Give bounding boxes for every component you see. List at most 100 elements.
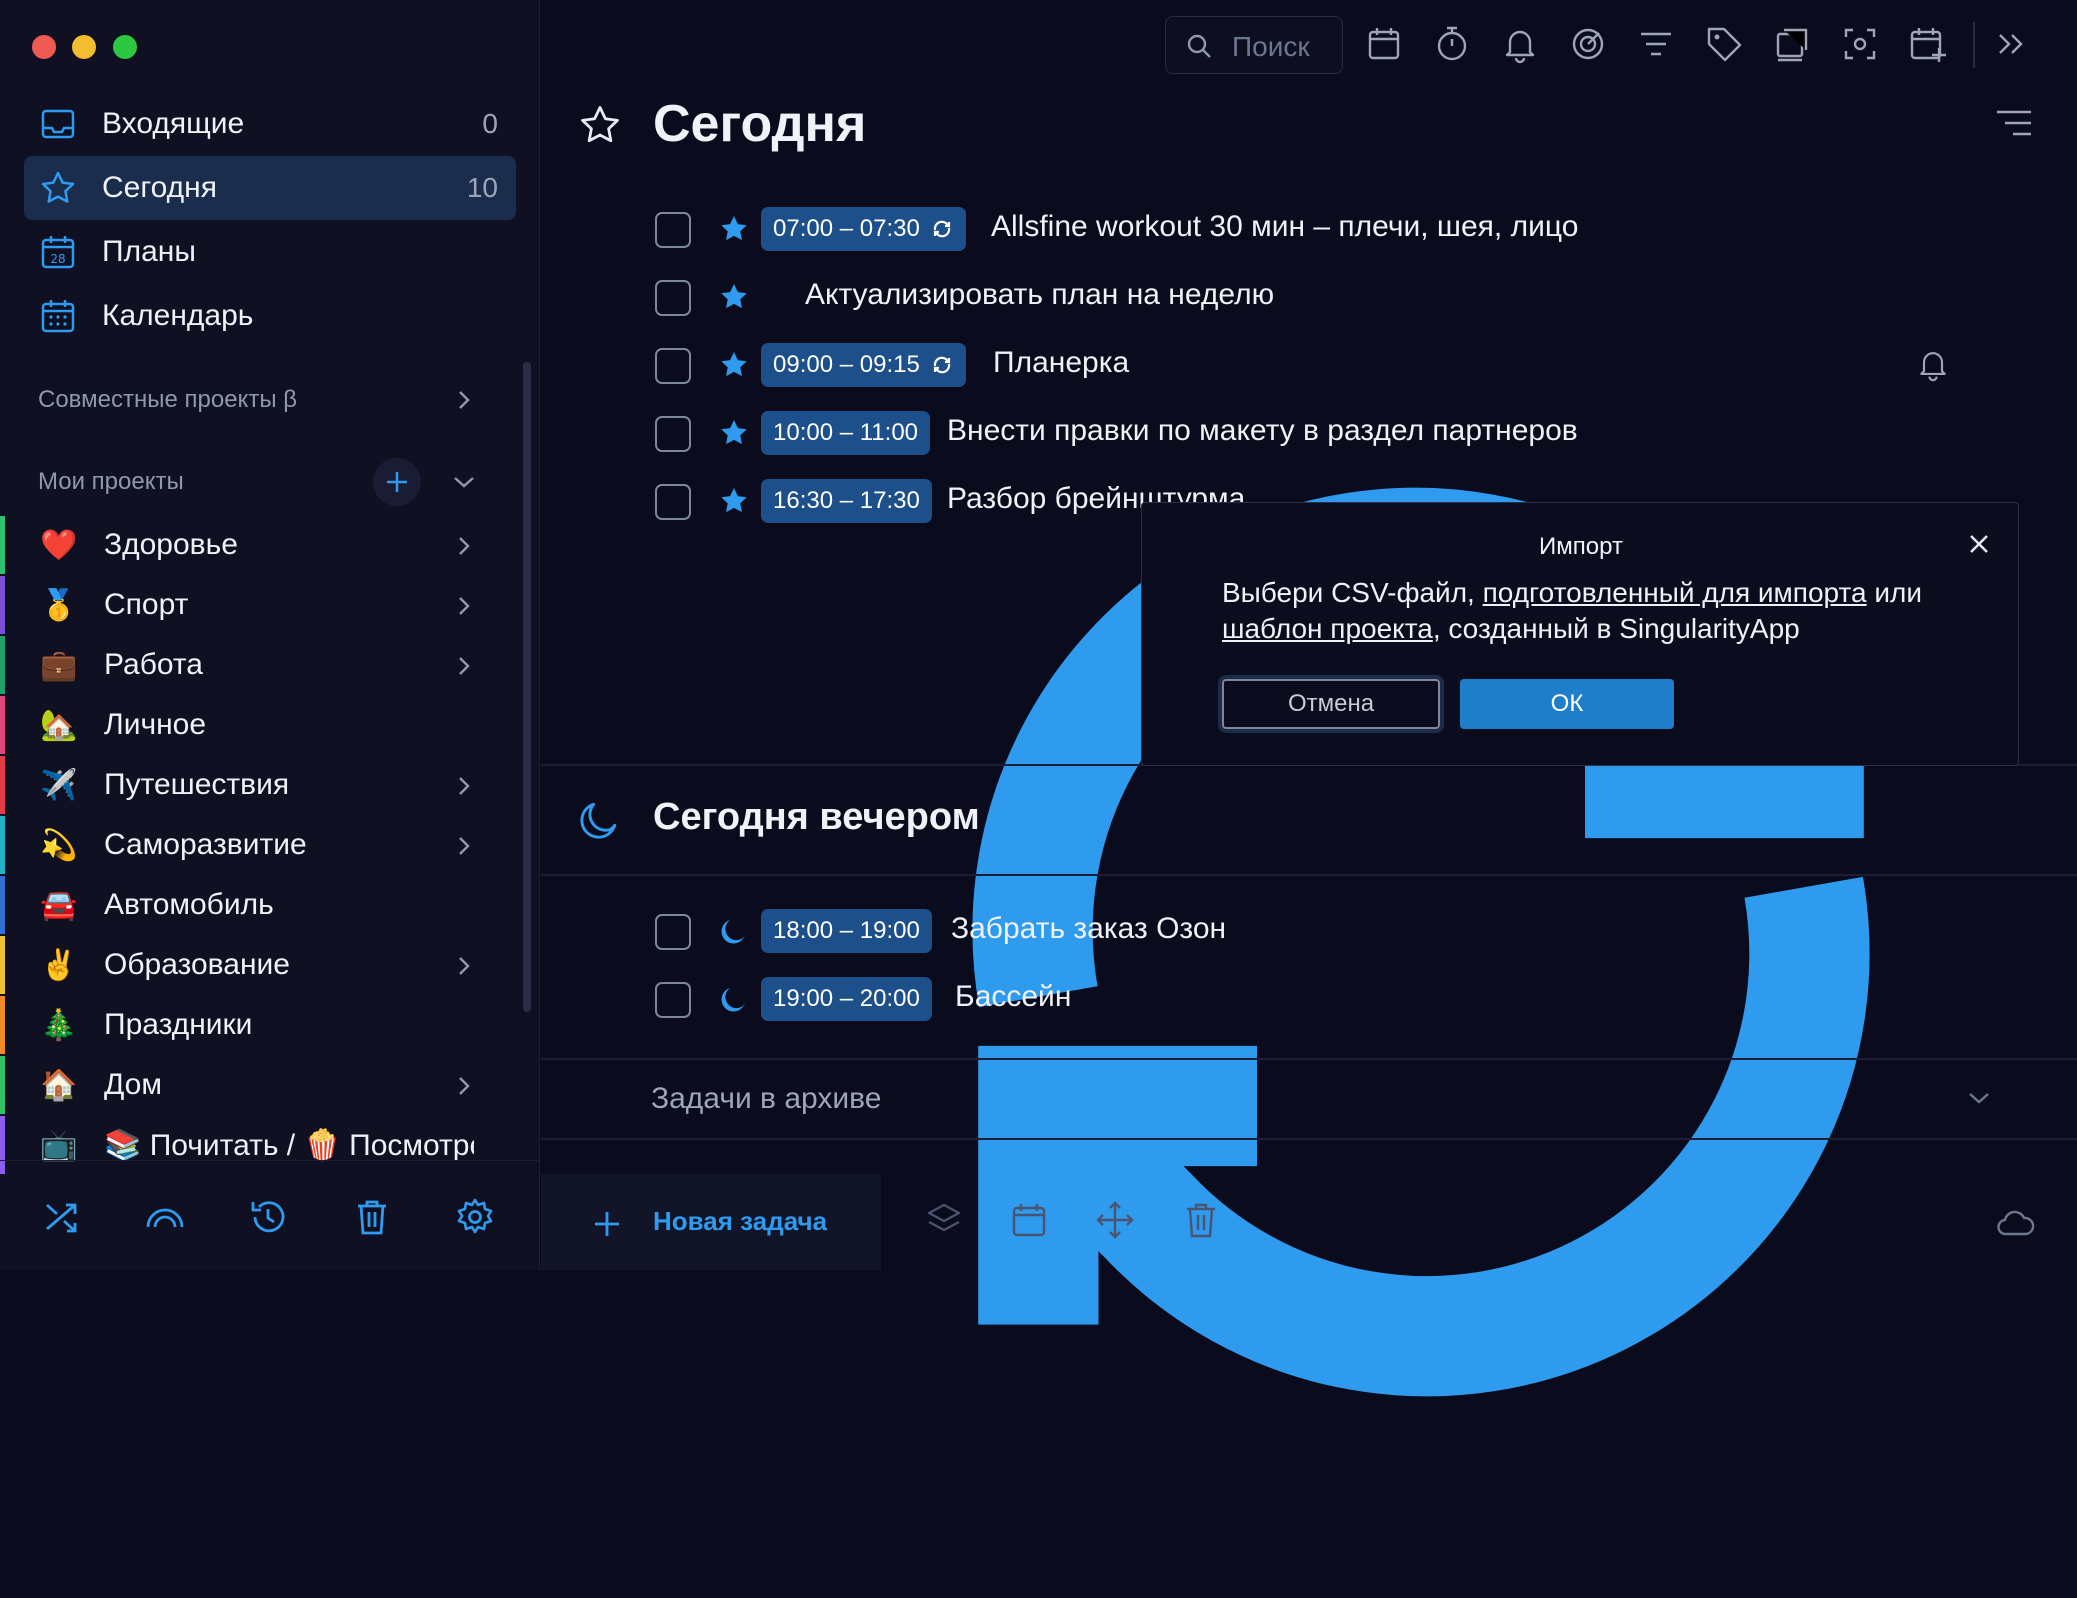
project-color-bar — [0, 996, 5, 1054]
project-item[interactable]: ❤️ Здоровье — [0, 516, 500, 574]
task-row[interactable]: 07:00 – 07:30 Allsfine workout 30 мин – п… — [541, 200, 2077, 260]
sidebar-scrollbar[interactable] — [523, 362, 531, 1012]
bell-icon[interactable] — [1915, 346, 1951, 382]
project-color-bar — [0, 876, 5, 934]
task-row[interactable]: Актуализировать план на неделю — [541, 268, 2077, 1397]
time-chip[interactable]: 19:00 – 20:00 — [761, 977, 932, 1021]
project-color-bar — [0, 516, 5, 574]
chevron-right-icon[interactable] — [452, 592, 476, 620]
project-item[interactable]: ✈️ Путешествия — [0, 756, 500, 814]
card-icon[interactable] — [1772, 24, 1812, 64]
cancel-button[interactable]: Отмена — [1222, 679, 1440, 729]
double-chevron-right-icon[interactable] — [1991, 24, 2031, 64]
star-flag-icon — [721, 284, 747, 309]
time-chip[interactable]: 18:00 – 19:00 — [761, 909, 932, 953]
cloud-icon[interactable] — [1995, 1204, 2035, 1244]
task-checkbox[interactable] — [655, 212, 691, 248]
task-row[interactable]: 18:00 – 19:00 Забрать заказ Озон — [541, 902, 2077, 962]
task-row[interactable]: 09:00 – 09:15 Планерка — [541, 336, 2077, 396]
time-range: 19:00 – 20:00 — [773, 985, 920, 1012]
chevron-right-icon[interactable] — [452, 832, 476, 860]
chevron-down-icon — [1969, 1093, 1989, 1104]
bell-icon[interactable] — [1500, 24, 1540, 64]
dialog-text: Выбери CSV-файл, — [1222, 577, 1483, 608]
chevron-right-icon[interactable] — [452, 386, 476, 414]
layers-icon[interactable] — [924, 1200, 964, 1240]
task-checkbox[interactable] — [655, 484, 691, 520]
nav-today[interactable]: Сегодня 10 — [24, 156, 516, 220]
project-emoji-icon: 🎄 — [40, 1008, 78, 1043]
archive-label: Задачи в архиве — [651, 1082, 882, 1115]
chevron-right-icon[interactable] — [452, 1072, 476, 1100]
archive-row[interactable]: Задачи в архиве — [541, 1060, 2077, 1138]
nav-plans[interactable]: 28 Планы — [24, 220, 516, 284]
time-chip[interactable]: 07:00 – 07:30 — [761, 207, 966, 251]
task-row[interactable]: 10:00 – 11:00 Внести правки по макету в р… — [541, 404, 2077, 464]
stopwatch-icon[interactable] — [1432, 24, 1472, 64]
project-label: Праздники — [104, 1008, 253, 1041]
project-item[interactable]: ✌️ Образование — [0, 936, 500, 994]
project-item[interactable]: 💼 Работа — [0, 636, 500, 694]
tag-icon[interactable] — [1704, 24, 1744, 64]
history-icon[interactable] — [248, 1197, 288, 1237]
chevron-right-icon[interactable] — [452, 952, 476, 980]
trash-icon[interactable] — [1181, 1200, 1221, 1240]
move-icon[interactable] — [1095, 1200, 1135, 1240]
csv-guide-link[interactable]: подготовленный для импорта — [1483, 577, 1867, 608]
page-title: Сегодня — [653, 95, 867, 153]
task-row[interactable]: 19:00 – 20:00 Бассейн — [541, 970, 2077, 1030]
project-color-bar — [0, 756, 5, 814]
inbox-icon — [41, 109, 75, 139]
task-checkbox[interactable] — [655, 982, 691, 1018]
nav-count: 0 — [482, 108, 498, 139]
nav-inbox[interactable]: Входящие 0 — [24, 92, 516, 156]
project-item[interactable]: 🏠 Дом — [0, 1056, 500, 1114]
add-project-button[interactable] — [373, 458, 421, 506]
chevron-right-icon[interactable] — [452, 532, 476, 560]
time-chip[interactable]: 10:00 – 11:00 — [761, 411, 931, 455]
window-zoom-button[interactable] — [113, 35, 137, 59]
chevron-right-icon[interactable] — [452, 772, 476, 800]
shared-projects-header[interactable]: Совместные проекты β — [38, 386, 297, 414]
new-task-button[interactable]: Новая задача — [541, 1174, 881, 1270]
time-chip[interactable]: 09:00 – 09:15 — [761, 343, 966, 387]
time-range: 09:00 – 09:15 — [773, 351, 920, 378]
sidebar-bottom-bar — [0, 1160, 540, 1270]
close-icon[interactable] — [1968, 533, 1990, 555]
project-color-bar — [0, 936, 5, 994]
project-template-link[interactable]: шаблон проекта — [1222, 613, 1433, 644]
time-range: 07:00 – 07:30 — [773, 215, 920, 242]
search-input[interactable]: Поиск — [1165, 16, 1343, 74]
nav-calendar[interactable]: Календарь — [24, 284, 516, 348]
task-checkbox[interactable] — [655, 280, 691, 316]
time-chip[interactable]: 16:30 – 17:30 — [761, 479, 932, 523]
calendar-icon[interactable] — [1364, 24, 1404, 64]
window-minimize-button[interactable] — [72, 35, 96, 59]
rainbow-icon[interactable] — [145, 1197, 185, 1237]
repeat-icon — [933, 356, 950, 374]
focus-icon[interactable] — [1840, 24, 1880, 64]
chevron-down-icon[interactable] — [450, 470, 478, 494]
project-item[interactable]: 🏡 Личное — [0, 696, 500, 754]
trash-icon[interactable] — [352, 1197, 392, 1237]
project-item[interactable]: 🥇 Спорт — [0, 576, 500, 634]
project-item[interactable]: 💫 Саморазвитие — [0, 816, 500, 874]
sort-menu-icon[interactable] — [1995, 108, 2033, 138]
task-title: Allsfine workout 30 мин – плечи, шея, ли… — [991, 210, 1579, 243]
settings-icon[interactable] — [455, 1197, 495, 1237]
task-checkbox[interactable] — [655, 348, 691, 384]
task-checkbox[interactable] — [655, 914, 691, 950]
calendar-icon[interactable] — [1009, 1200, 1049, 1240]
ok-button[interactable]: ОК — [1460, 679, 1674, 729]
project-item[interactable]: 🚘 Автомобиль — [0, 876, 500, 934]
evening-title: Сегодня вечером — [653, 796, 980, 838]
task-title: Бассейн — [955, 980, 1072, 1013]
chevron-right-icon[interactable] — [452, 652, 476, 680]
calendar-add-icon[interactable] — [1908, 24, 1948, 64]
filter-icon[interactable] — [1636, 24, 1676, 64]
shuffle-icon[interactable] — [42, 1197, 82, 1237]
project-item[interactable]: 🎄 Праздники — [0, 996, 500, 1054]
window-close-button[interactable] — [32, 35, 56, 59]
target-icon[interactable] — [1568, 24, 1608, 64]
task-checkbox[interactable] — [655, 416, 691, 452]
